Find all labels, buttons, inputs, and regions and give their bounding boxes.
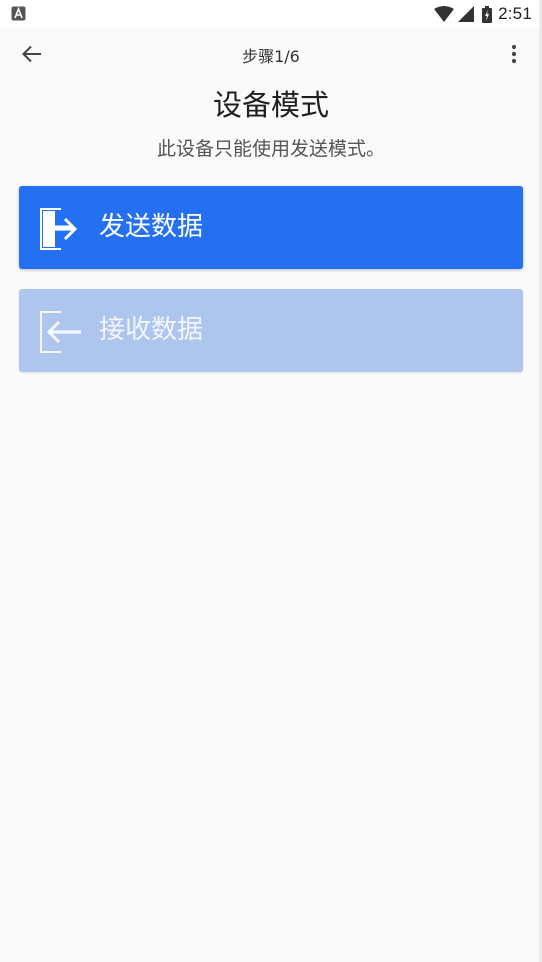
step-indicator: 步骤1/6 [242, 47, 300, 66]
app-bar: 步骤1/6 [0, 28, 542, 80]
receive-data-icon [40, 311, 81, 353]
status-time: 2:51 [498, 4, 532, 23]
status-icons: 2:51 [434, 3, 532, 25]
battery-icon [482, 5, 493, 23]
page-title: 设备模式 [212, 88, 329, 122]
more-vert-icon [511, 44, 517, 64]
page-subtitle: 此设备只能使用发送模式。 [156, 138, 385, 160]
status-bar: 2:51 [0, 0, 542, 28]
a-icon [11, 6, 26, 21]
screen: 2:51 步骤1/6 设备模式 此设备只能使用发送模式。 发送数据 接收数据 [0, 0, 542, 962]
signal-icon [458, 6, 475, 22]
wifi-icon [434, 6, 455, 22]
more-options-button[interactable] [504, 38, 524, 70]
send-data-label: 发送数据 [99, 212, 204, 242]
receive-data-label: 接收数据 [99, 315, 204, 345]
send-data-icon [40, 208, 78, 250]
send-data-button[interactable]: 发送数据 [19, 186, 523, 269]
receive-data-button[interactable]: 接收数据 [19, 289, 523, 372]
